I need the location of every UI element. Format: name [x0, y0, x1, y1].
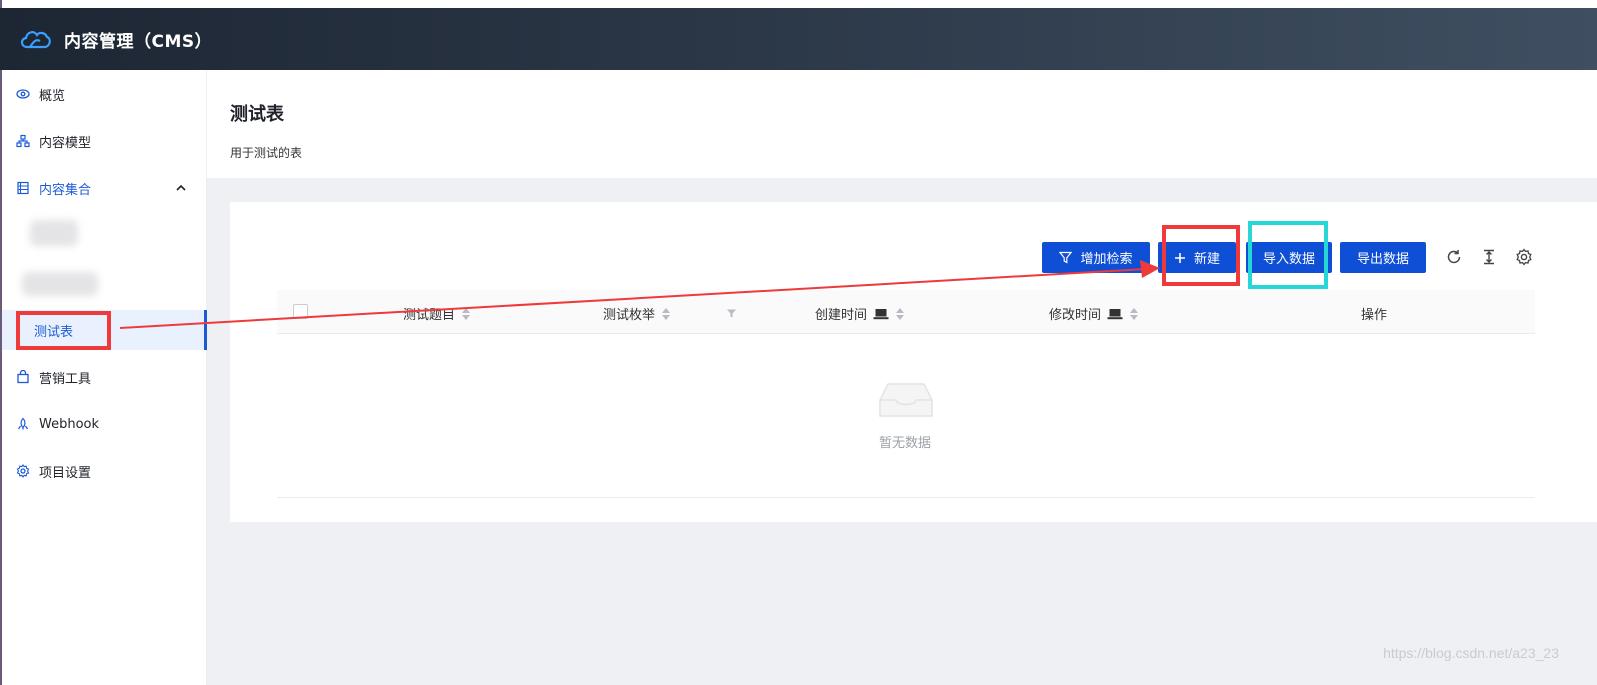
page-header — [207, 70, 1597, 178]
app-title: 内容管理（CMS） — [64, 31, 213, 52]
laptop-icon — [1107, 308, 1123, 319]
bag-icon — [16, 370, 30, 384]
add-search-button[interactable]: 增加检索 — [1042, 242, 1150, 273]
select-all-checkbox[interactable] — [293, 304, 308, 319]
blurred-item — [30, 220, 78, 246]
cloud-logo-icon — [20, 31, 51, 49]
sidebar-item-overview[interactable]: 概览 — [0, 79, 205, 109]
page-description: 用于测试的表 — [230, 146, 303, 160]
refresh-icon[interactable] — [1445, 248, 1463, 266]
annotation-box-import — [1248, 221, 1328, 289]
sort-icon[interactable] — [1130, 307, 1139, 320]
gear-icon — [16, 464, 30, 478]
settings-icon[interactable] — [1515, 248, 1533, 266]
sidebar-item-label: 项目设置 — [39, 465, 92, 481]
export-data-button[interactable]: 导出数据 — [1340, 242, 1426, 273]
blurred-item — [22, 272, 98, 296]
sidebar-item-label: Webhook — [39, 416, 100, 432]
laptop-icon — [873, 308, 889, 319]
column-header-test-title[interactable]: 测试题目 — [403, 304, 471, 323]
column-header-label: 创建时间 — [815, 308, 868, 323]
sidebar-item-label: 营销工具 — [39, 371, 92, 387]
table-bottom-divider — [277, 497, 1535, 498]
sort-icon[interactable] — [462, 307, 471, 320]
chevron-up-icon[interactable] — [175, 182, 187, 194]
sort-icon[interactable] — [896, 307, 905, 320]
sidebar-item-label: 概览 — [39, 88, 66, 104]
table-header: 测试题目 测试枚举 创建时间 修改时间 操作 — [277, 290, 1535, 334]
webhook-icon — [16, 417, 30, 431]
watermark: https://blog.csdn.net/a23_23 — [1383, 645, 1559, 661]
sidebar-item-content-collection[interactable]: 内容集合 — [0, 173, 205, 203]
column-header-actions: 操作 — [1361, 304, 1387, 323]
column-header-label: 测试题目 — [403, 308, 456, 323]
column-height-icon[interactable] — [1480, 248, 1498, 266]
sidebar-item-content-model[interactable]: 内容模型 — [0, 126, 205, 156]
sidebar-item-label: 内容集合 — [39, 182, 92, 198]
collection-icon — [16, 181, 30, 195]
column-header-label: 测试枚举 — [603, 308, 656, 323]
filter-icon — [1059, 251, 1073, 264]
export-data-label: 导出数据 — [1356, 252, 1409, 267]
column-header-created-time[interactable]: 创建时间 — [815, 304, 905, 323]
sidebar-item-marketing-tools[interactable]: 营销工具 — [0, 362, 205, 392]
sidebar-item-project-settings[interactable]: 项目设置 — [0, 456, 205, 486]
column-header-label: 修改时间 — [1049, 308, 1102, 323]
page-title: 测试表 — [230, 104, 284, 125]
empty-inbox-icon — [879, 383, 933, 417]
empty-state-text: 暂无数据 — [879, 436, 932, 451]
sort-icon[interactable] — [662, 307, 671, 320]
top-bar: 内容管理（CMS） — [0, 8, 1597, 70]
hierarchy-icon — [16, 134, 30, 148]
annotation-box-create — [1162, 225, 1240, 286]
filter-icon[interactable] — [726, 308, 737, 319]
sidebar-item-webhook[interactable]: Webhook — [0, 409, 205, 439]
sidebar-item-label: 内容模型 — [39, 135, 92, 151]
annotation-box-sidebar — [16, 311, 111, 350]
column-header-label: 操作 — [1361, 308, 1388, 323]
column-header-modified-time[interactable]: 修改时间 — [1049, 304, 1139, 323]
eye-icon — [16, 87, 30, 101]
column-header-test-enum[interactable]: 测试枚举 — [603, 304, 737, 323]
add-search-label: 增加检索 — [1080, 252, 1133, 267]
